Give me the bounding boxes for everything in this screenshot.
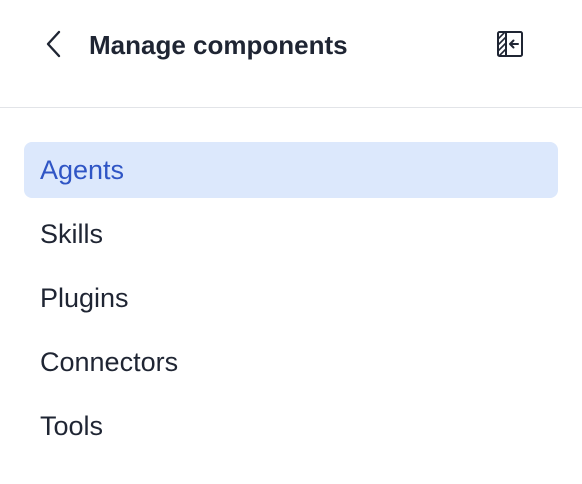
- nav-item-label: Agents: [40, 154, 125, 185]
- nav-item-plugins[interactable]: Plugins: [24, 270, 558, 326]
- nav-item-skills[interactable]: Skills: [24, 206, 558, 262]
- nav-item-label: Connectors: [40, 346, 179, 377]
- component-nav: Agents Skills Plugins Connectors Tools: [24, 142, 558, 462]
- collapse-panel-icon: [497, 31, 523, 57]
- nav-item-tools[interactable]: Tools: [24, 398, 558, 454]
- chevron-left-icon: [46, 30, 61, 58]
- nav-item-connectors[interactable]: Connectors: [24, 334, 558, 390]
- collapse-panel-button[interactable]: [490, 26, 530, 62]
- panel-header: Manage components: [0, 0, 582, 108]
- page-title: Manage components: [89, 30, 348, 60]
- nav-item-label: Tools: [40, 410, 104, 441]
- nav-item-label: Plugins: [40, 282, 129, 313]
- nav-item-label: Skills: [40, 218, 104, 249]
- back-button[interactable]: [36, 26, 72, 62]
- nav-item-agents[interactable]: Agents: [24, 142, 558, 198]
